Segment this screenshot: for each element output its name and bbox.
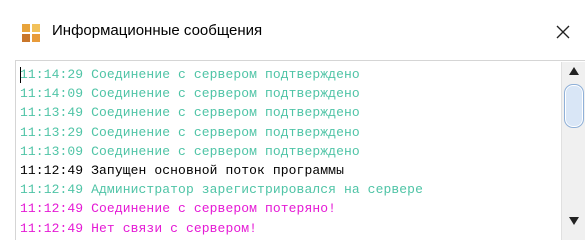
log-message: Нет связи с сервером! <box>91 220 258 236</box>
log-time: 11:14:29 <box>20 67 84 82</box>
log-text-area[interactable]: 11:14:29 Соединение с сервером подтвержд… <box>15 60 585 240</box>
close-button[interactable] <box>540 12 585 52</box>
arrow-down-icon <box>569 217 579 225</box>
log-line: 11:14:29 Соединение с сервером подтвержд… <box>20 65 560 84</box>
log-message: Администратор зарегистрировался на серве… <box>91 182 423 198</box>
app-icon <box>22 24 40 42</box>
window-title: Информационные сообщения <box>52 22 263 39</box>
log-line: 11:12:49 Администратор зарегистрировался… <box>20 180 560 199</box>
log-time: 11:12:49 <box>20 182 84 198</box>
log-time: 11:13:29 <box>20 124 84 140</box>
log-line: 11:13:49 Соединение с сервером подтвержд… <box>20 103 560 122</box>
scroll-up-button[interactable] <box>562 62 585 80</box>
log-message: Соединение с сервером подтверждено <box>91 105 360 121</box>
log-line: 11:13:09 Соединение с сервером подтвержд… <box>20 142 560 161</box>
log-line: 11:14:09 Соединение с сервером подтвержд… <box>20 84 560 103</box>
arrow-up-icon <box>569 67 579 75</box>
log-message: Соединение с сервером подтверждено <box>91 67 360 82</box>
log-time: 11:13:09 <box>20 143 84 159</box>
vertical-scrollbar[interactable] <box>561 62 585 240</box>
scroll-thumb[interactable] <box>564 84 584 128</box>
log-list: 11:14:29 Соединение с сервером подтвержд… <box>20 65 560 240</box>
log-time: 11:12:49 <box>20 201 84 217</box>
log-message: Соединение с сервером потеряно! <box>91 201 337 217</box>
log-time: 11:14:09 <box>20 86 84 102</box>
log-line: 11:13:29 Соединение с сервером подтвержд… <box>20 123 560 142</box>
log-line: 11:12:49 Соединение с сервером потеряно! <box>20 199 560 218</box>
log-message: Соединение с сервером подтверждено <box>91 86 360 102</box>
log-time: 11:13:49 <box>20 105 84 121</box>
log-line: 11:12:49 Запущен основной поток программ… <box>20 161 560 180</box>
log-time: 11:12:49 <box>20 162 84 178</box>
message-window: Информационные сообщения 11:14:29 Соедин… <box>0 0 585 240</box>
scroll-down-button[interactable] <box>562 212 585 230</box>
log-time: 11:12:49 <box>20 220 84 236</box>
log-message: Соединение с сервером подтверждено <box>91 124 360 140</box>
log-message: Запущен основной поток программы <box>91 162 344 178</box>
close-icon <box>556 25 569 39</box>
log-line: 11:12:49 Нет связи с сервером! <box>20 219 560 238</box>
title-bar[interactable]: Информационные сообщения <box>0 0 585 58</box>
log-message: Соединение с сервером подтверждено <box>91 143 360 159</box>
